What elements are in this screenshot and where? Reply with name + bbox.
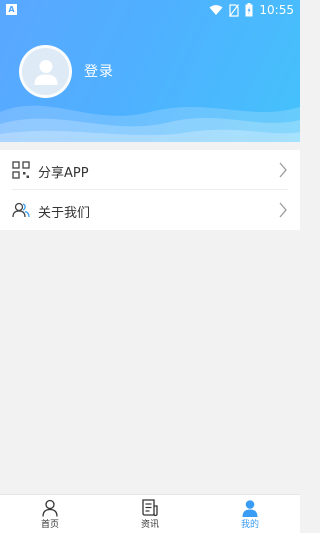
notification-icon: A	[6, 4, 17, 15]
wifi-icon	[209, 5, 223, 15]
tab-home[interactable]: 首页	[0, 495, 100, 533]
settings-menu: 分享APP 关于我们	[0, 150, 300, 230]
login-link[interactable]: 登录	[84, 61, 114, 81]
avatar[interactable]	[19, 45, 72, 98]
qr-share-icon	[12, 161, 30, 179]
clock: 10:55	[259, 3, 294, 17]
chevron-right-icon	[279, 162, 287, 178]
tab-label: 首页	[40, 520, 59, 530]
status-icons: 10:55	[209, 2, 294, 18]
person-outline-icon	[42, 499, 58, 517]
default-avatar-icon	[34, 59, 57, 85]
profile-header: A 10:55 登录	[0, 0, 300, 142]
menu-item-share-app[interactable]: 分享APP	[0, 150, 300, 190]
menu-item-label: 分享APP	[38, 166, 89, 181]
chevron-right-icon	[279, 202, 287, 218]
status-bar: A 10:55	[0, 0, 300, 20]
tab-label: 我的	[240, 520, 259, 530]
tab-mine[interactable]: 我的	[200, 495, 300, 533]
no-sim-icon	[229, 3, 240, 17]
users-icon	[12, 202, 30, 218]
menu-item-about-us[interactable]: 关于我们	[0, 190, 300, 230]
tab-label: 资讯	[140, 520, 159, 530]
bottom-tab-bar: 首页 资讯 我的	[0, 494, 300, 533]
news-icon	[142, 499, 158, 517]
menu-item-label: 关于我们	[38, 206, 91, 221]
battery-icon	[245, 3, 253, 17]
tab-news[interactable]: 资讯	[100, 495, 200, 533]
person-filled-icon	[242, 500, 258, 517]
